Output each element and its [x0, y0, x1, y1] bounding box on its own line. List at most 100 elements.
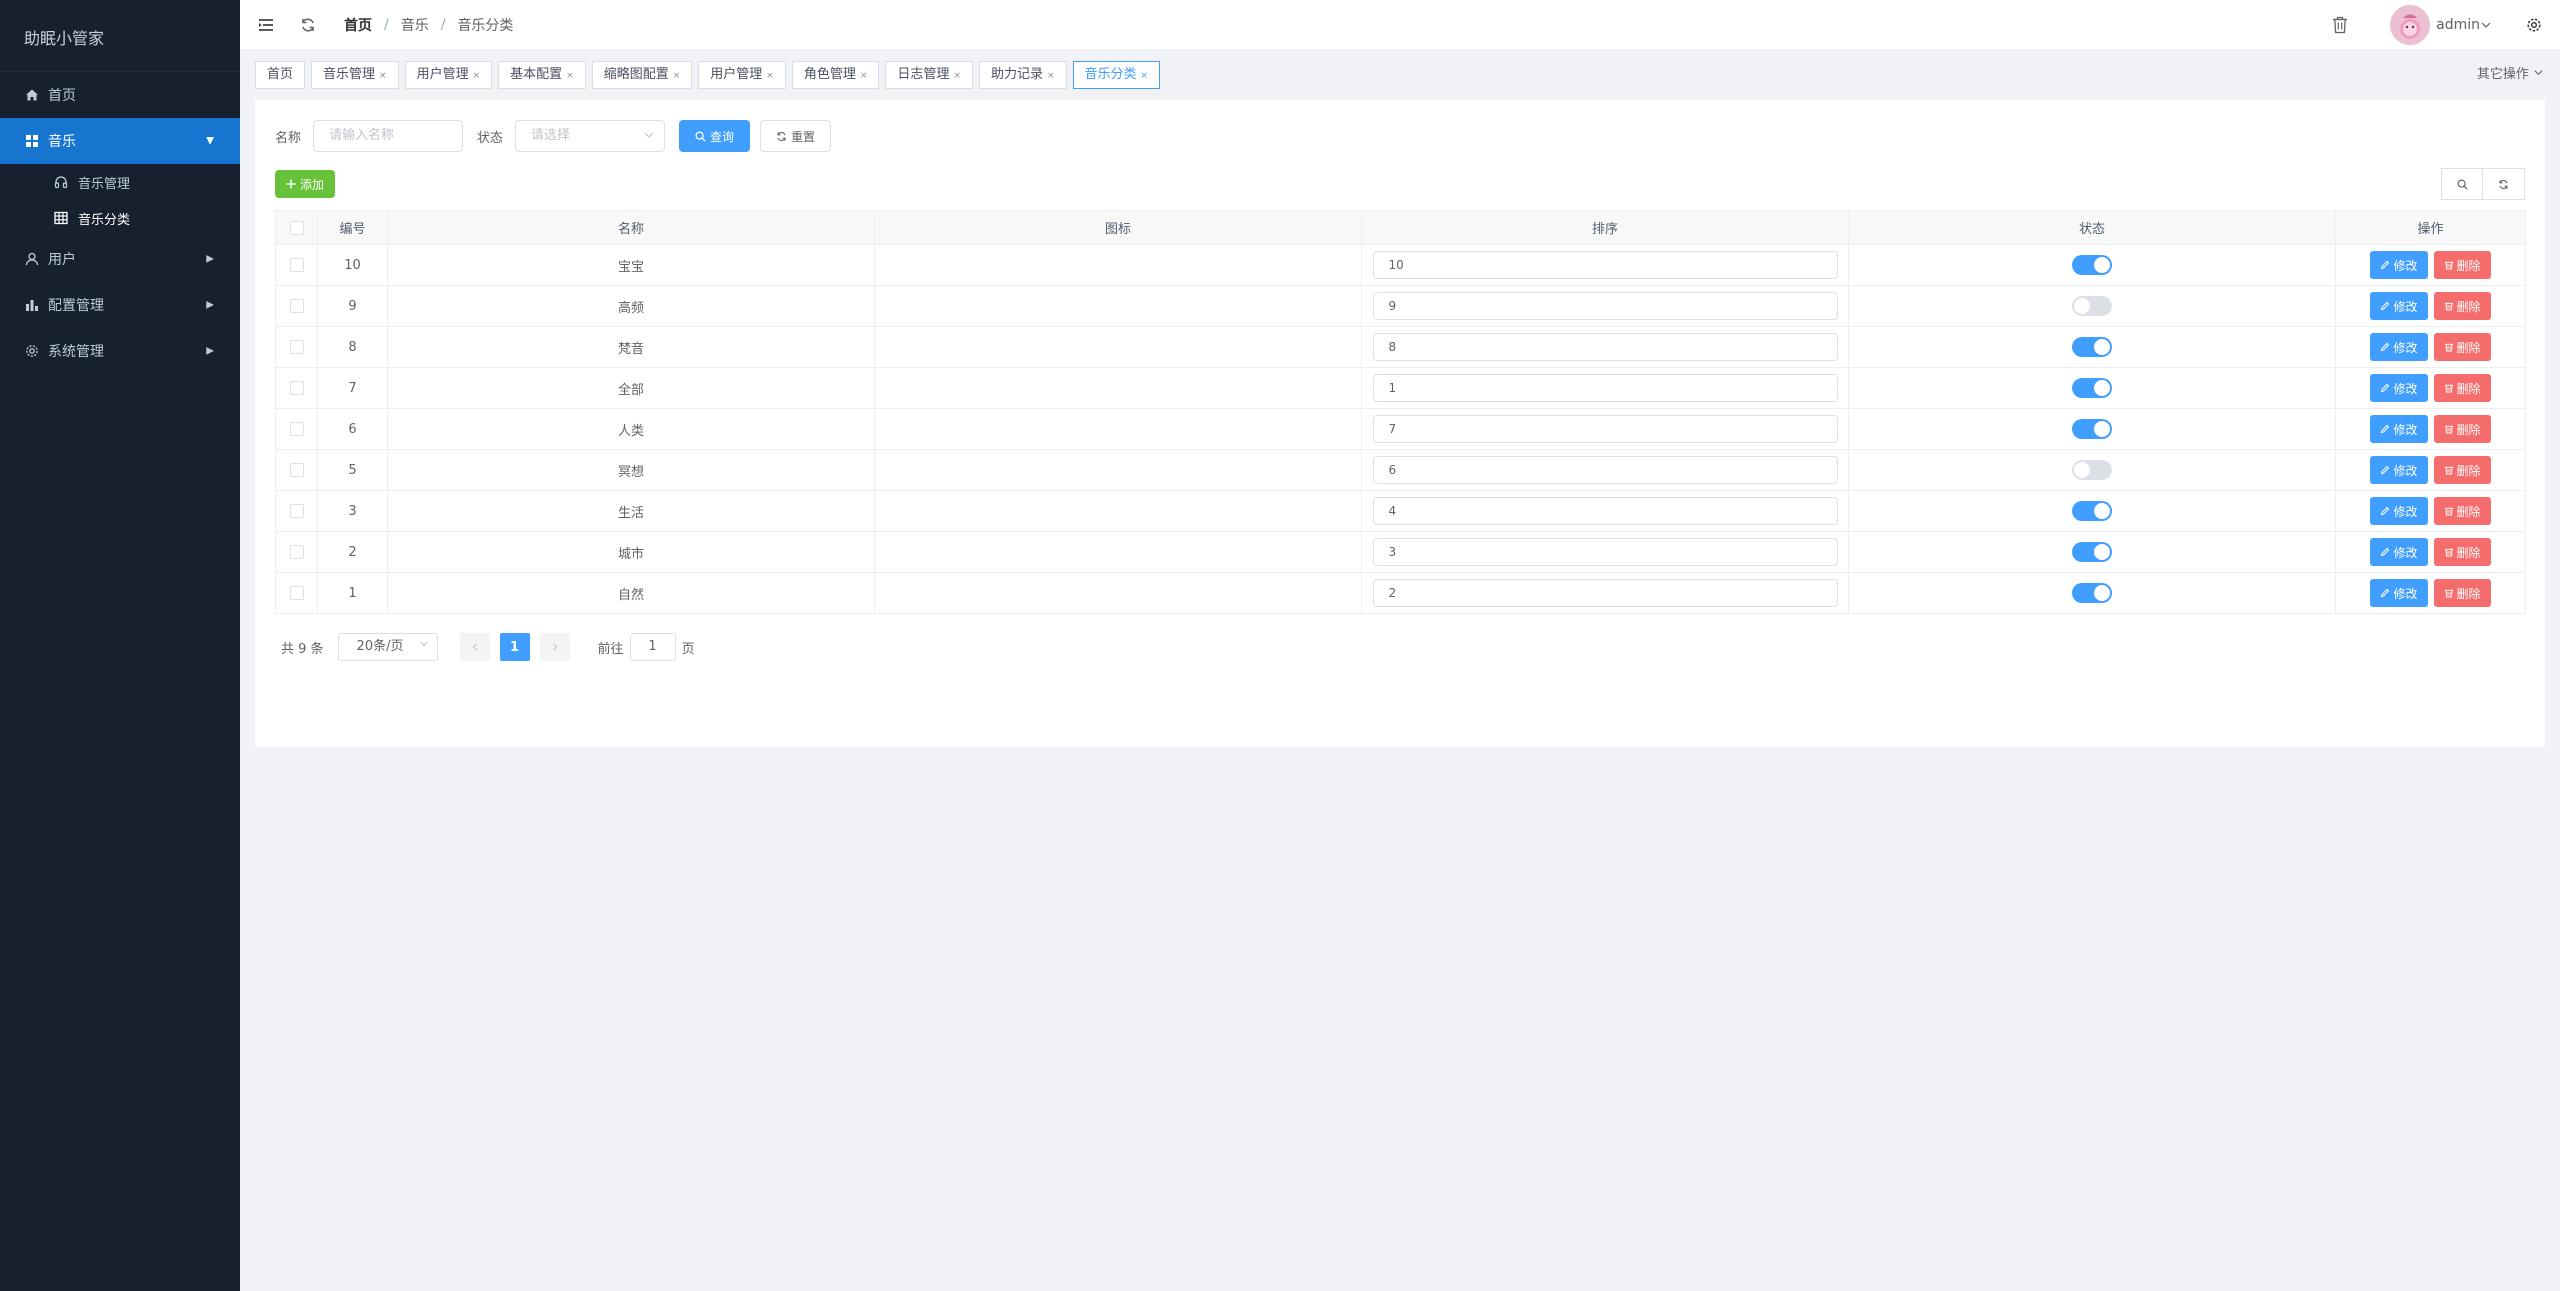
breadcrumb-item[interactable]: 首页	[344, 15, 372, 35]
refresh-icon[interactable]	[298, 15, 318, 35]
close-icon[interactable]: ×	[673, 71, 681, 81]
refresh-table-button[interactable]	[2483, 168, 2525, 200]
sidebar-item-system[interactable]: 系统管理 ▶	[0, 328, 240, 374]
delete-button[interactable]: 删除	[2433, 333, 2491, 361]
status-switch[interactable]	[2072, 255, 2112, 275]
edit-button[interactable]: 修改	[2370, 538, 2428, 566]
delete-button[interactable]: 删除	[2433, 497, 2491, 525]
delete-button[interactable]: 删除	[2433, 374, 2491, 402]
select-all-checkbox[interactable]	[289, 220, 304, 235]
sort-input[interactable]: 1	[1372, 374, 1838, 402]
status-select[interactable]: 请选择	[515, 120, 666, 152]
tag-basic-config[interactable]: 基本配置 ×	[498, 60, 586, 89]
settings-gear-icon[interactable]	[2524, 15, 2544, 35]
column-header: 编号	[317, 210, 388, 245]
close-icon[interactable]: ×	[473, 71, 481, 81]
edit-button[interactable]: 修改	[2370, 333, 2428, 361]
sidebar-subitem-music-manage[interactable]: 音乐管理	[0, 164, 240, 200]
tag-home[interactable]: 首页	[255, 60, 306, 89]
tag-thumbnail-config[interactable]: 缩略图配置 ×	[591, 60, 693, 89]
close-icon[interactable]: ×	[860, 71, 868, 81]
avatar[interactable]	[2390, 5, 2431, 45]
delete-button[interactable]: 删除	[2433, 415, 2491, 443]
tag-user-manage-2[interactable]: 用户管理 ×	[698, 60, 786, 89]
page-number[interactable]: 1	[499, 633, 530, 661]
row-checkbox[interactable]	[289, 504, 304, 518]
status-switch[interactable]	[2072, 542, 2112, 562]
reset-button[interactable]: 重置	[760, 120, 832, 152]
tag-help-record[interactable]: 助力记录 ×	[978, 60, 1067, 89]
sidebar-item-home[interactable]: 首页	[0, 72, 240, 118]
next-page-button[interactable]	[539, 633, 570, 661]
row-checkbox[interactable]	[289, 586, 304, 600]
sort-input[interactable]: 4	[1372, 497, 1838, 525]
edit-button[interactable]: 修改	[2370, 415, 2428, 443]
sort-input[interactable]: 3	[1372, 538, 1838, 566]
edit-button[interactable]: 修改	[2370, 497, 2428, 525]
chevron-down-icon	[643, 129, 655, 144]
close-icon[interactable]: ×	[379, 71, 387, 81]
status-switch[interactable]	[2072, 378, 2112, 398]
id-cell: 1	[317, 572, 388, 614]
sort-input[interactable]: 2	[1372, 579, 1838, 607]
row-checkbox[interactable]	[289, 381, 304, 395]
delete-button[interactable]: 删除	[2433, 538, 2491, 566]
sidebar-subitem-music-category[interactable]: 音乐分类	[0, 200, 240, 236]
toolbar: 添加	[275, 170, 336, 198]
tag-music-manage[interactable]: 音乐管理 ×	[311, 60, 399, 89]
status-switch[interactable]	[2072, 583, 2112, 603]
delete-button[interactable]: 删除	[2433, 292, 2491, 320]
goto-page-input[interactable]: 1	[629, 633, 676, 661]
close-icon[interactable]: ×	[766, 71, 774, 81]
tag-role-manage[interactable]: 角色管理 ×	[791, 60, 880, 89]
query-button[interactable]: 查询	[679, 120, 751, 152]
tag-user-manage[interactable]: 用户管理 ×	[404, 60, 493, 89]
trash-icon[interactable]	[2330, 15, 2350, 35]
edit-button[interactable]: 修改	[2370, 292, 2428, 320]
sort-input[interactable]: 6	[1372, 456, 1838, 484]
page-size-select[interactable]: 20条/页	[337, 633, 438, 661]
close-icon[interactable]: ×	[953, 71, 961, 81]
row-checkbox[interactable]	[289, 299, 304, 313]
sort-input[interactable]: 10	[1372, 251, 1838, 279]
row-checkbox[interactable]	[289, 340, 304, 354]
delete-button[interactable]: 删除	[2433, 579, 2491, 607]
sort-input[interactable]: 7	[1372, 415, 1838, 443]
row-checkbox[interactable]	[289, 463, 304, 477]
other-operations-dropdown[interactable]: 其它操作	[2477, 51, 2544, 98]
edit-button[interactable]: 修改	[2370, 456, 2428, 484]
sidebar-item-music[interactable]: 音乐 ▼	[0, 118, 240, 164]
delete-button[interactable]: 删除	[2433, 456, 2491, 484]
sort-cell: 2	[1361, 572, 1849, 614]
status-switch[interactable]	[2072, 460, 2112, 480]
row-checkbox[interactable]	[289, 258, 304, 272]
sort-input[interactable]: 9	[1372, 292, 1838, 320]
close-icon[interactable]: ×	[1141, 71, 1149, 81]
edit-button[interactable]: 修改	[2370, 374, 2428, 402]
icon-cell	[874, 531, 1362, 573]
sidebar-item-user[interactable]: 用户 ▶	[0, 236, 240, 282]
status-switch[interactable]	[2072, 501, 2112, 521]
status-switch[interactable]	[2072, 337, 2112, 357]
toggle-search-button[interactable]	[2441, 168, 2483, 200]
edit-button[interactable]: 修改	[2370, 251, 2428, 279]
status-switch[interactable]	[2072, 296, 2112, 316]
edit-icon	[2381, 383, 2390, 393]
add-button[interactable]: 添加	[275, 170, 336, 198]
close-icon[interactable]: ×	[566, 71, 574, 81]
name-search-input[interactable]: 请输入名称	[313, 120, 464, 152]
username: admin	[2436, 17, 2480, 33]
tag-music-category[interactable]: 音乐分类 ×	[1072, 60, 1161, 89]
sort-input[interactable]: 8	[1372, 333, 1838, 361]
prev-page-button[interactable]	[459, 633, 490, 661]
edit-button[interactable]: 修改	[2370, 579, 2428, 607]
delete-button[interactable]: 删除	[2433, 251, 2491, 279]
user-menu[interactable]: admin	[2436, 17, 2492, 33]
row-checkbox[interactable]	[289, 422, 304, 436]
close-icon[interactable]: ×	[1047, 71, 1055, 81]
hamburger-icon[interactable]	[256, 15, 276, 35]
tag-log-manage[interactable]: 日志管理 ×	[885, 60, 973, 89]
status-switch[interactable]	[2072, 419, 2112, 439]
row-checkbox[interactable]	[289, 545, 304, 559]
sidebar-item-config[interactable]: 配置管理 ▶	[0, 282, 240, 328]
